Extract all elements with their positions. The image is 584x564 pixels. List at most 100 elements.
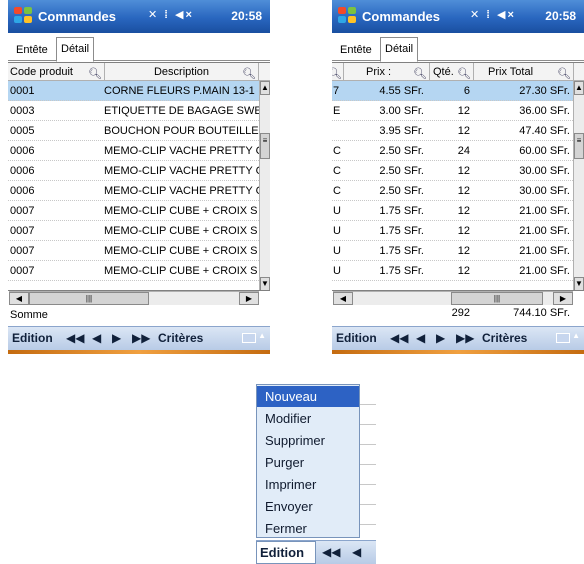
table-row[interactable]: U 1.75 SFr. 12 21.00 SFr. — [332, 241, 573, 261]
scroll-thumb[interactable]: ≡ — [574, 133, 584, 159]
menu-item-modifier[interactable]: Modifier — [257, 408, 359, 429]
scroll-thumb[interactable]: ≡ — [260, 133, 270, 159]
status-icons[interactable]: ✕ ⁞ ◀× — [148, 8, 194, 21]
last-record-icon[interactable]: ▶▶ — [132, 331, 150, 345]
menu-item-fermer[interactable]: Fermer — [257, 518, 359, 539]
table-row[interactable]: 0007 MEMO-CLIP CUBE + CROIX S — [8, 261, 259, 281]
table-row[interactable]: C 2.50 SFr. 12 30.00 SFr. — [332, 181, 573, 201]
scroll-up-arrow-icon[interactable]: ▲ — [260, 81, 270, 95]
menu-item-envoyer[interactable]: Envoyer — [257, 496, 359, 517]
chevron-up-icon[interactable]: ▲ — [572, 331, 580, 340]
windows-start-icon[interactable] — [338, 7, 358, 25]
chevron-up-icon[interactable]: ▲ — [258, 331, 266, 340]
scroll-down-arrow-icon[interactable]: ▼ — [574, 277, 584, 290]
column-header-description-clipped[interactable]: 🔍︎ — [332, 63, 344, 81]
horizontal-scrollbar[interactable]: ◀ ||| ▶ — [333, 291, 573, 305]
grid-header: Code produit 🔍︎ Description 🔍︎ — [8, 63, 270, 81]
table-row[interactable]: C 2.50 SFr. 12 30.00 SFr. — [332, 161, 573, 181]
edition-menu-button[interactable]: Edition — [336, 331, 377, 345]
scroll-right-arrow-icon[interactable]: ▶ — [239, 292, 259, 305]
vertical-scrollbar[interactable]: ▲ ≡ ▼ — [573, 81, 584, 290]
cell-description-clipped: C — [333, 145, 341, 157]
cell-code: 0007 — [10, 245, 35, 257]
previous-record-icon[interactable]: ◀ — [352, 545, 361, 559]
tab-detail[interactable]: Détail — [380, 37, 419, 62]
edition-menu-button-active[interactable]: Edition — [256, 541, 316, 564]
cell-qty: 12 — [457, 205, 470, 217]
menu-item-purger[interactable]: Purger — [257, 452, 359, 473]
previous-record-icon[interactable]: ◀ — [92, 331, 101, 345]
cell-total: 21.00 SFr. — [519, 245, 570, 257]
cell-description: MEMO-CLIP CUBE + CROIX S — [104, 265, 258, 277]
table-row[interactable]: 0007 MEMO-CLIP CUBE + CROIX S — [8, 241, 259, 261]
column-header-qte[interactable]: Qté. 🔍︎ — [430, 63, 474, 81]
window-border — [332, 350, 584, 354]
menu-item-supprimer[interactable]: Supprimer — [257, 430, 359, 451]
scroll-down-arrow-icon[interactable]: ▼ — [260, 277, 270, 290]
table-row[interactable]: 0006 MEMO-CLIP VACHE PRETTY C — [8, 141, 259, 161]
table-row[interactable]: 0006 MEMO-CLIP VACHE PRETTY C — [8, 161, 259, 181]
scroll-up-arrow-icon[interactable]: ▲ — [574, 81, 584, 95]
menu-item-imprimer[interactable]: Imprimer — [257, 474, 359, 495]
cell-qty: 12 — [457, 125, 470, 137]
summary-row: 292 744.10 SFr. — [332, 307, 584, 324]
column-label: Prix Total — [488, 66, 534, 78]
scroll-left-arrow-icon[interactable]: ◀ — [333, 292, 353, 305]
previous-record-icon[interactable]: ◀ — [416, 331, 425, 345]
next-record-icon[interactable]: ▶ — [112, 331, 121, 345]
criteres-button[interactable]: Critères — [158, 331, 203, 345]
tab-strip: Entête Détail — [332, 33, 584, 62]
criteres-button[interactable]: Critères — [482, 331, 527, 345]
column-header-prix[interactable]: Prix : 🔍︎ — [344, 63, 430, 81]
table-row[interactable]: 0007 MEMO-CLIP CUBE + CROIX S — [8, 201, 259, 221]
scroll-thumb[interactable]: ||| — [29, 292, 149, 305]
keyboard-icon[interactable] — [556, 333, 570, 343]
cell-code: 0007 — [10, 265, 35, 277]
first-record-icon[interactable]: ◀◀ — [322, 545, 340, 559]
table-row[interactable]: U 1.75 SFr. 12 21.00 SFr. — [332, 261, 573, 281]
tab-entete[interactable]: Entête — [336, 42, 376, 61]
table-row[interactable]: 0005 BOUCHON POUR BOUTEILLE — [8, 121, 259, 141]
scroll-left-arrow-icon[interactable]: ◀ — [9, 292, 29, 305]
table-row[interactable]: 0003 ETIQUETTE DE BAGAGE SWE — [8, 101, 259, 121]
app-title: Commandes — [38, 9, 117, 24]
table-row[interactable]: C 2.50 SFr. 24 60.00 SFr. — [332, 141, 573, 161]
cell-total: 60.00 SFr. — [519, 145, 570, 157]
windows-start-icon[interactable] — [14, 7, 34, 25]
cell-price: 2.50 SFr. — [379, 185, 424, 197]
scroll-right-arrow-icon[interactable]: ▶ — [553, 292, 573, 305]
first-record-icon[interactable]: ◀◀ — [66, 331, 84, 345]
column-header-description[interactable]: Description 🔍︎ — [105, 63, 259, 81]
table-row[interactable]: 0007 MEMO-CLIP CUBE + CROIX S — [8, 221, 259, 241]
keyboard-icon[interactable] — [242, 333, 256, 343]
table-row[interactable]: E 3.00 SFr. 12 36.00 SFr. — [332, 101, 573, 121]
table-row[interactable]: 0006 MEMO-CLIP VACHE PRETTY C — [8, 181, 259, 201]
horizontal-scrollbar[interactable]: ◀ ||| ▶ — [9, 291, 259, 305]
table-row[interactable]: 3.95 SFr. 12 47.40 SFr. — [332, 121, 573, 141]
cell-code: 0003 — [10, 105, 35, 117]
tab-detail[interactable]: Détail — [56, 37, 95, 62]
vertical-scrollbar[interactable]: ▲ ≡ ▼ — [259, 81, 270, 290]
table-row[interactable]: U 1.75 SFr. 12 21.00 SFr. — [332, 201, 573, 221]
menu-item-nouveau[interactable]: Nouveau — [257, 386, 359, 407]
last-record-icon[interactable]: ▶▶ — [456, 331, 474, 345]
column-header-code-produit[interactable]: Code produit 🔍︎ — [8, 63, 105, 81]
table-row[interactable]: 0001 CORNE FLEURS P.MAIN 13-1 — [8, 81, 259, 101]
tab-entete[interactable]: Entête — [12, 42, 52, 61]
edition-menu-button[interactable]: Edition — [12, 331, 53, 345]
next-record-icon[interactable]: ▶ — [436, 331, 445, 345]
table-row[interactable]: U 1.75 SFr. 12 21.00 SFr. — [332, 221, 573, 241]
cell-qty: 12 — [457, 265, 470, 277]
table-row[interactable]: 7 4.55 SFr. 6 27.30 SFr. — [332, 81, 573, 101]
cell-description-clipped: C — [333, 185, 341, 197]
first-record-icon[interactable]: ◀◀ — [390, 331, 408, 345]
clock[interactable]: 20:58 — [545, 9, 576, 23]
scroll-thumb[interactable]: ||| — [451, 292, 543, 305]
status-icons[interactable]: ✕ ⁞ ◀× — [470, 8, 516, 21]
cell-total: 47.40 SFr. — [519, 125, 570, 137]
column-header-prix-total[interactable]: Prix Total 🔍︎ — [474, 63, 574, 81]
window-border — [8, 350, 270, 354]
command-bar: Edition ◀◀ ◀ ▶ ▶▶ Critères ▲ — [332, 326, 584, 350]
clock[interactable]: 20:58 — [231, 9, 262, 23]
cell-code: 0006 — [10, 165, 35, 177]
